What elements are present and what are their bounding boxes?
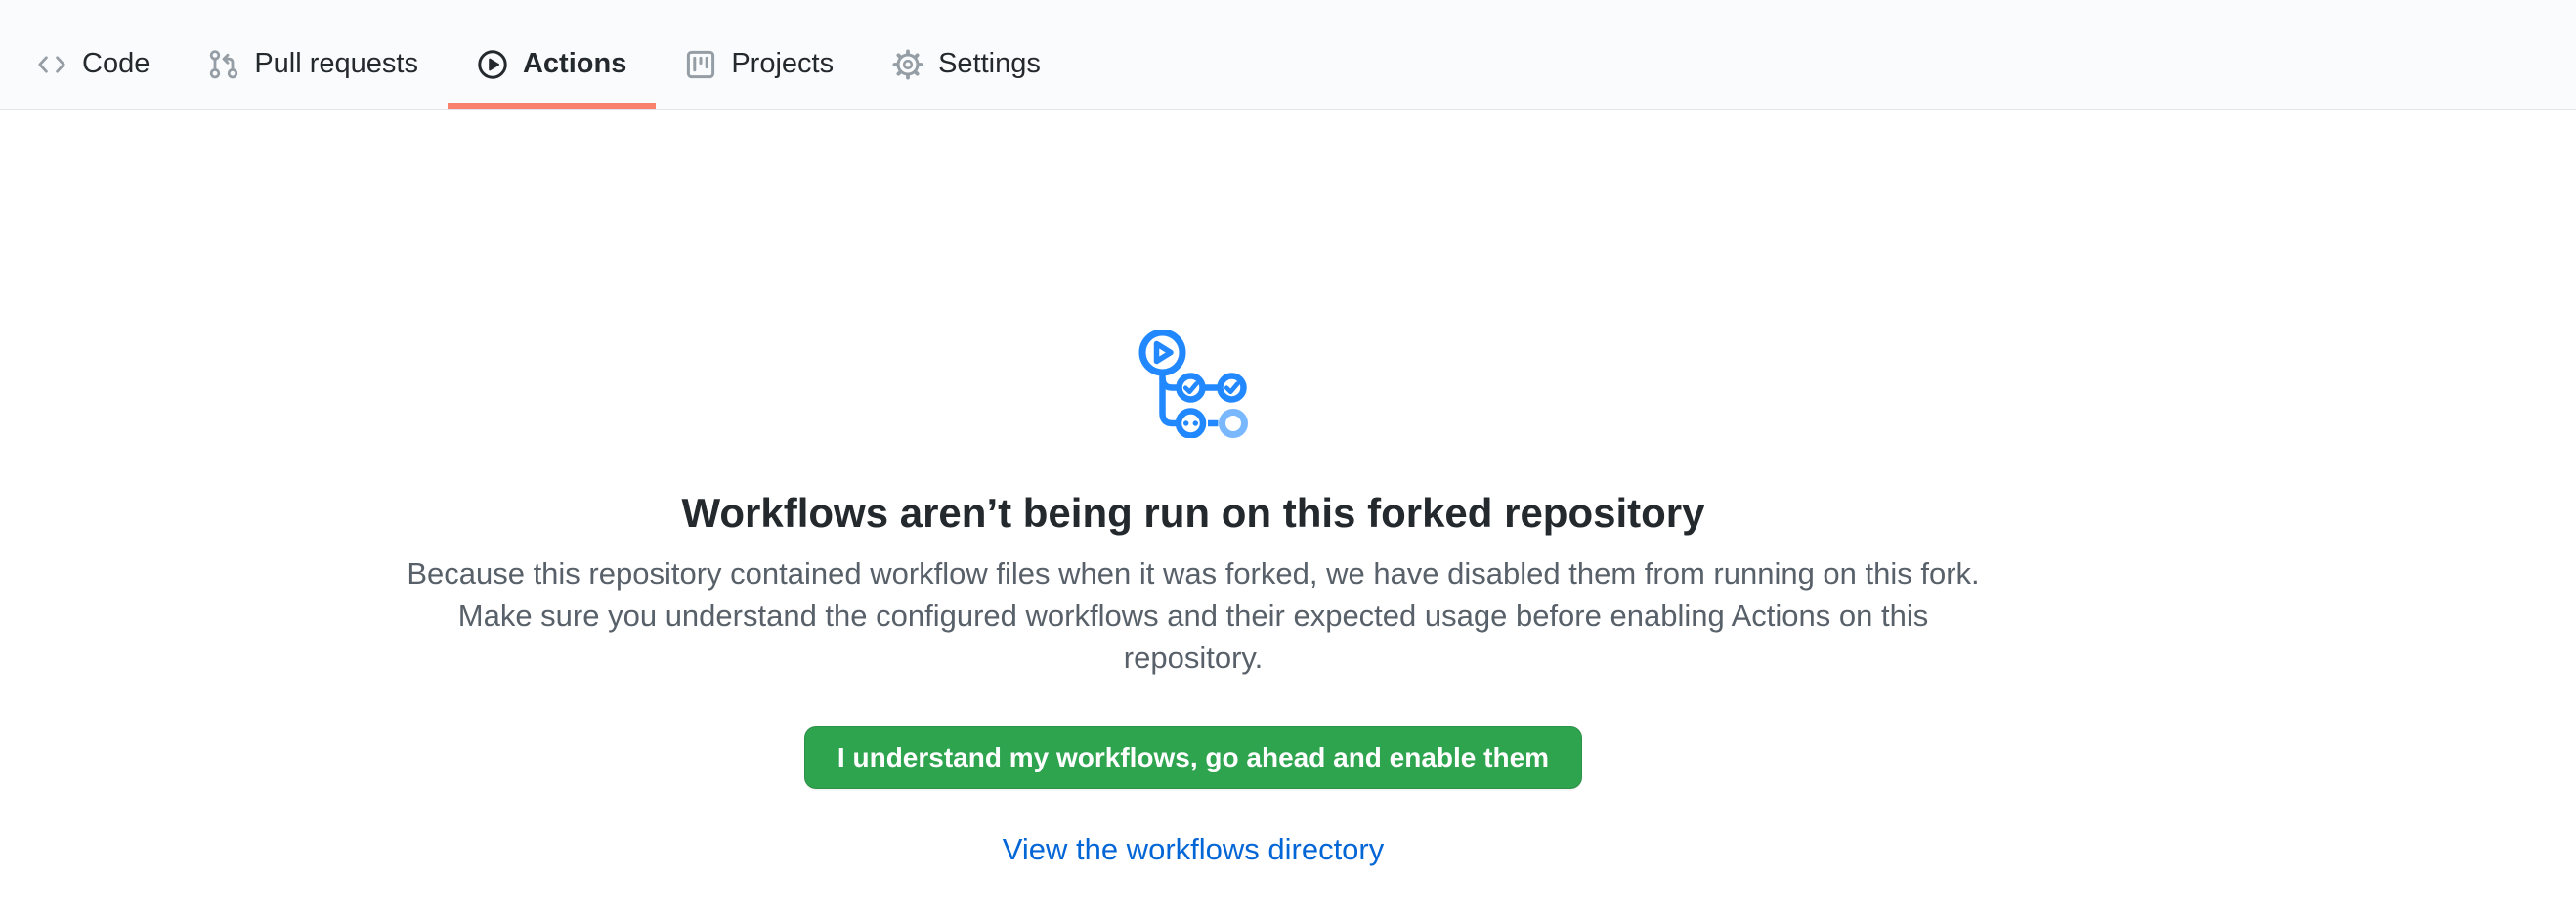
blankslate-description: Because this repository contained workfl… [387, 552, 1999, 679]
repo-tab-bar: Code Pull requests Actions [0, 0, 2576, 110]
blankslate: Workflows aren’t being run on this forke… [0, 110, 2386, 867]
play-icon [477, 49, 508, 80]
tab-actions-label: Actions [523, 48, 626, 80]
code-icon [36, 49, 67, 80]
project-icon [685, 49, 716, 80]
view-workflows-directory-link[interactable]: View the workflows directory [1003, 832, 1385, 866]
git-pull-request-icon [208, 49, 239, 80]
tab-pull-requests[interactable]: Pull requests [179, 0, 448, 109]
enable-workflows-button[interactable]: I understand my workflows, go ahead and … [804, 726, 1582, 789]
tab-code-label: Code [82, 48, 150, 80]
tab-settings[interactable]: Settings [863, 0, 1070, 109]
workflow-graph-icon [1138, 330, 1248, 443]
gear-icon [892, 49, 923, 80]
tab-projects-label: Projects [731, 48, 834, 80]
tab-projects[interactable]: Projects [656, 0, 863, 109]
tab-code[interactable]: Code [7, 0, 179, 109]
tab-pull-requests-label: Pull requests [254, 48, 418, 80]
tab-actions[interactable]: Actions [448, 0, 656, 109]
tab-settings-label: Settings [938, 48, 1041, 80]
actions-blankslate-page: Workflows aren’t being run on this forke… [0, 110, 2386, 867]
page-title: Workflows aren’t being run on this forke… [0, 488, 2386, 539]
